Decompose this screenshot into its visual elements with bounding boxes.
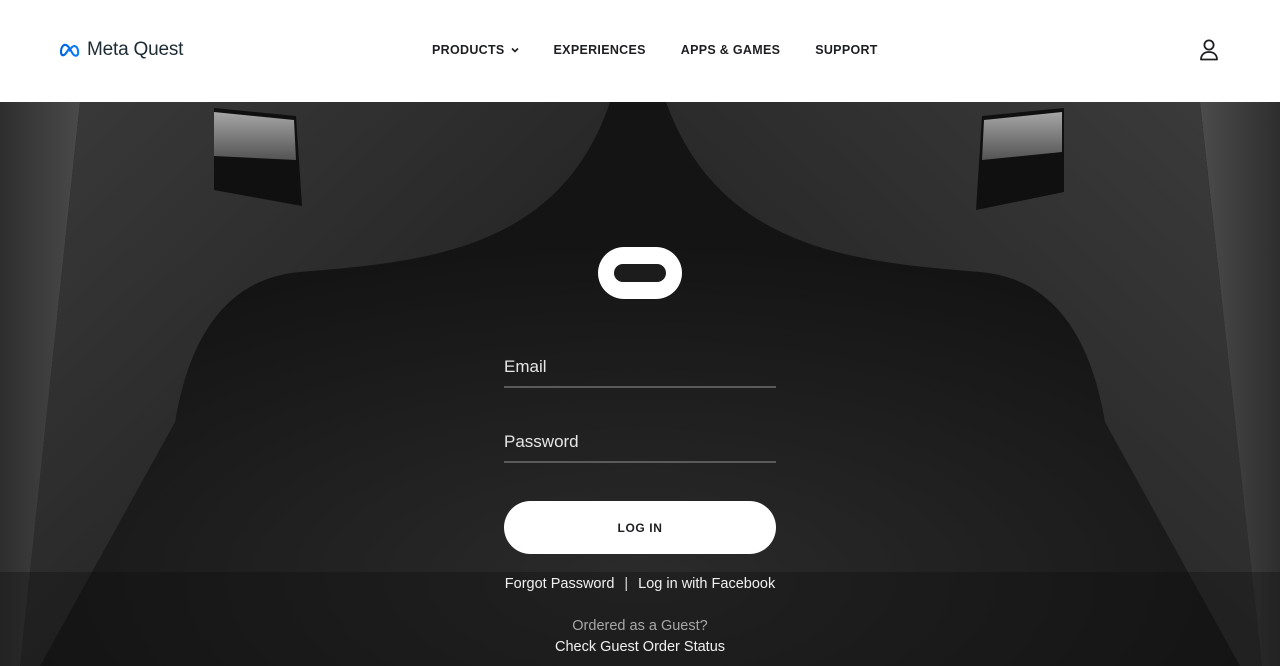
meta-infinity-icon bbox=[60, 43, 80, 57]
guest-order-status-link[interactable]: Check Guest Order Status bbox=[555, 639, 725, 655]
site-header: Meta Quest PRODUCTS EXPERIENCES APPS & G… bbox=[0, 0, 1280, 102]
login-hero: LOG IN Forgot Password | Log in with Faceb… bbox=[0, 102, 1280, 666]
oculus-logo-icon bbox=[598, 247, 682, 299]
login-button[interactable]: LOG IN bbox=[504, 501, 776, 554]
meta-quest-logo[interactable]: Meta Quest bbox=[60, 38, 183, 62]
password-input[interactable] bbox=[504, 423, 776, 461]
facebook-login-link[interactable]: Log in with Facebook bbox=[638, 576, 775, 592]
guest-order-question: Ordered as a Guest? bbox=[572, 618, 708, 634]
user-icon bbox=[1200, 39, 1218, 61]
account-button[interactable] bbox=[1198, 38, 1220, 62]
email-input[interactable] bbox=[504, 348, 776, 386]
chevron-down-icon bbox=[510, 47, 519, 53]
password-field[interactable] bbox=[504, 423, 776, 463]
nav-support[interactable]: SUPPORT bbox=[815, 43, 878, 57]
main-nav: PRODUCTS EXPERIENCES APPS & GAMES SUPPOR… bbox=[432, 40, 878, 60]
forgot-password-link[interactable]: Forgot Password bbox=[505, 576, 615, 592]
logo-text: Meta Quest bbox=[87, 39, 184, 60]
nav-apps-games[interactable]: APPS & GAMES bbox=[681, 43, 780, 57]
link-separator: | bbox=[624, 576, 629, 592]
guest-order-status: Check Guest Order Status bbox=[0, 639, 1280, 655]
nav-products-label: PRODUCTS bbox=[432, 43, 505, 57]
email-field[interactable] bbox=[504, 348, 776, 388]
nav-experiences[interactable]: EXPERIENCES bbox=[554, 43, 646, 57]
nav-products[interactable]: PRODUCTS bbox=[432, 43, 519, 57]
auth-links: Forgot Password | Log in with Facebook bbox=[0, 576, 1280, 592]
